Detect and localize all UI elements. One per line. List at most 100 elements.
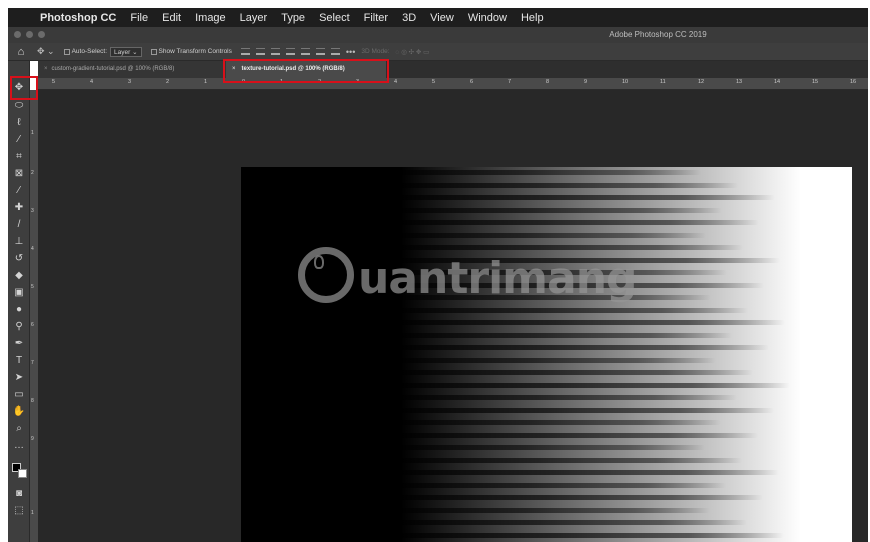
color-swatches[interactable] — [12, 463, 28, 479]
vertical-ruler: 1 2 3 4 5 6 7 8 9 1 — [30, 90, 38, 542]
hand-tool-icon[interactable]: ✋ — [8, 404, 30, 420]
eraser-tool-icon[interactable]: ◆ — [8, 268, 30, 284]
zoom-tool-icon[interactable]: ⌕ — [8, 421, 30, 437]
stripe — [401, 232, 706, 238]
quick-mask-icon[interactable]: ◙ — [8, 486, 30, 502]
crop-tool-icon[interactable]: ⌗ — [8, 149, 30, 165]
stripe — [401, 470, 779, 475]
distribute-icon[interactable] — [330, 48, 340, 55]
stripe — [401, 220, 759, 225]
align-bottom-icon[interactable] — [270, 48, 280, 55]
more-options-icon[interactable]: ••• — [343, 47, 358, 57]
healing-brush-tool-icon[interactable]: ✚ — [8, 200, 30, 216]
auto-select-dropdown[interactable]: Layer ⌄ — [110, 46, 142, 57]
auto-select-label: Auto-Select: — [71, 48, 108, 55]
menu-edit[interactable]: Edit — [155, 12, 188, 24]
ruler-tick-label: 12 — [698, 79, 705, 85]
ruler-tick-label: 1 — [31, 510, 34, 516]
menu-view[interactable]: View — [423, 12, 461, 24]
align-left-icon[interactable] — [285, 48, 295, 55]
stripe — [401, 245, 743, 250]
ruler-tick-label: 14 — [774, 79, 781, 85]
ruler-tick-label: 16 — [850, 79, 857, 85]
history-brush-tool-icon[interactable]: ↺ — [8, 251, 30, 267]
align-top-icon[interactable] — [240, 48, 250, 55]
ruler-tick-label: 3 — [128, 79, 132, 85]
stripe — [401, 257, 780, 263]
menu-3d[interactable]: 3D — [395, 12, 423, 24]
brush-tool-icon[interactable]: / — [8, 217, 30, 233]
menu-filter[interactable]: Filter — [357, 12, 395, 24]
move-tool-highlight — [10, 76, 38, 100]
align-right-icon[interactable] — [315, 48, 325, 55]
auto-select-checkbox[interactable] — [63, 48, 70, 55]
ruler-tick-label: 2 — [166, 79, 170, 85]
window-title-bar: Adobe Photoshop CC 2019 — [8, 27, 868, 43]
align-vcenter-icon[interactable] — [255, 48, 265, 55]
ruler-tick-label: 9 — [584, 79, 588, 85]
gradient-tool-icon[interactable]: ▣ — [8, 285, 30, 301]
menu-file[interactable]: File — [123, 12, 155, 24]
ruler-tick-label: 8 — [31, 398, 34, 404]
screen-mode-icon[interactable]: ⬚ — [8, 503, 30, 519]
menu-window[interactable]: Window — [461, 12, 514, 24]
ruler-tick-label: 5 — [432, 79, 436, 85]
stripe — [401, 320, 785, 325]
ruler-tick-label: 4 — [394, 79, 398, 85]
zoom-window-button[interactable] — [38, 31, 45, 38]
stamp-tool-icon[interactable]: ⊥ — [8, 234, 30, 250]
3d-orbit-icon[interactable]: ◌ ◎ ✣ ✥ ▭ — [393, 48, 433, 56]
eyedropper-tool-icon[interactable]: ⁄ — [8, 183, 30, 199]
lasso-tool-icon[interactable]: ℓ — [8, 115, 30, 131]
menu-type[interactable]: Type — [274, 12, 312, 24]
stripe — [401, 532, 784, 538]
menu-bar: Photoshop CC File Edit Image Layer Type … — [8, 8, 868, 27]
blur-tool-icon[interactable]: ● — [8, 302, 30, 318]
stripe — [401, 407, 774, 413]
stripe — [401, 182, 738, 188]
show-transform-checkbox[interactable] — [150, 48, 157, 55]
marquee-tool-icon[interactable]: ⬭ — [8, 98, 30, 114]
home-icon[interactable]: ⌂ — [8, 46, 34, 58]
tools-panel: ✥ ⬭ ℓ ⁄ ⌗ ⊠ ⁄ ✚ / ⊥ ↺ ◆ ▣ ● ⚲ ✒ T ➤ ▭ ✋ … — [8, 61, 30, 542]
menu-image[interactable]: Image — [188, 12, 233, 24]
background-color-swatch[interactable] — [18, 469, 27, 478]
dodge-tool-icon[interactable]: ⚲ — [8, 319, 30, 335]
frame-tool-icon[interactable]: ⊠ — [8, 166, 30, 182]
ruler-tick-label: 9 — [31, 436, 34, 442]
stripe — [401, 482, 726, 488]
align-hcenter-icon[interactable] — [300, 48, 310, 55]
canvas-black-region — [241, 167, 401, 542]
rectangle-tool-icon[interactable]: ▭ — [8, 387, 30, 403]
stripe — [401, 382, 790, 388]
ruler-tick-label: 6 — [31, 322, 34, 328]
path-selection-tool-icon[interactable]: ➤ — [8, 370, 30, 386]
stripe — [401, 370, 753, 375]
horizontal-ruler: 5 4 3 2 1 0 1 2 3 4 5 6 7 8 9 10 11 12 1… — [38, 78, 868, 90]
stripe — [401, 432, 758, 438]
stripe — [401, 332, 732, 338]
stripe — [401, 445, 705, 450]
stripe — [401, 345, 769, 350]
stripe — [401, 170, 701, 175]
type-tool-icon[interactable]: T — [8, 353, 30, 369]
ruler-tick-label: 5 — [52, 79, 56, 85]
tab-custom-gradient-tutorial[interactable]: × custom-gradient-tutorial.psd @ 100% (RG… — [38, 61, 226, 78]
menu-app-name[interactable]: Photoshop CC — [34, 12, 123, 24]
close-window-button[interactable] — [14, 31, 21, 38]
move-tool-preset-icon[interactable]: ✥ ⌄ — [34, 46, 58, 57]
menu-layer[interactable]: Layer — [233, 12, 275, 24]
menu-select[interactable]: Select — [312, 12, 357, 24]
pen-tool-icon[interactable]: ✒ — [8, 336, 30, 352]
document-canvas[interactable] — [241, 167, 852, 542]
window-title: Adobe Photoshop CC 2019 — [609, 30, 707, 39]
minimize-window-button[interactable] — [26, 31, 33, 38]
edit-toolbar-icon[interactable]: … — [8, 438, 30, 454]
close-tab-icon[interactable]: × — [44, 66, 48, 72]
magic-wand-tool-icon[interactable]: ⁄ — [8, 132, 30, 148]
stripe — [401, 295, 711, 300]
stripe — [401, 420, 721, 425]
menu-help[interactable]: Help — [514, 12, 551, 24]
show-transform-label: Show Transform Controls — [158, 48, 232, 55]
stripe — [401, 495, 763, 500]
